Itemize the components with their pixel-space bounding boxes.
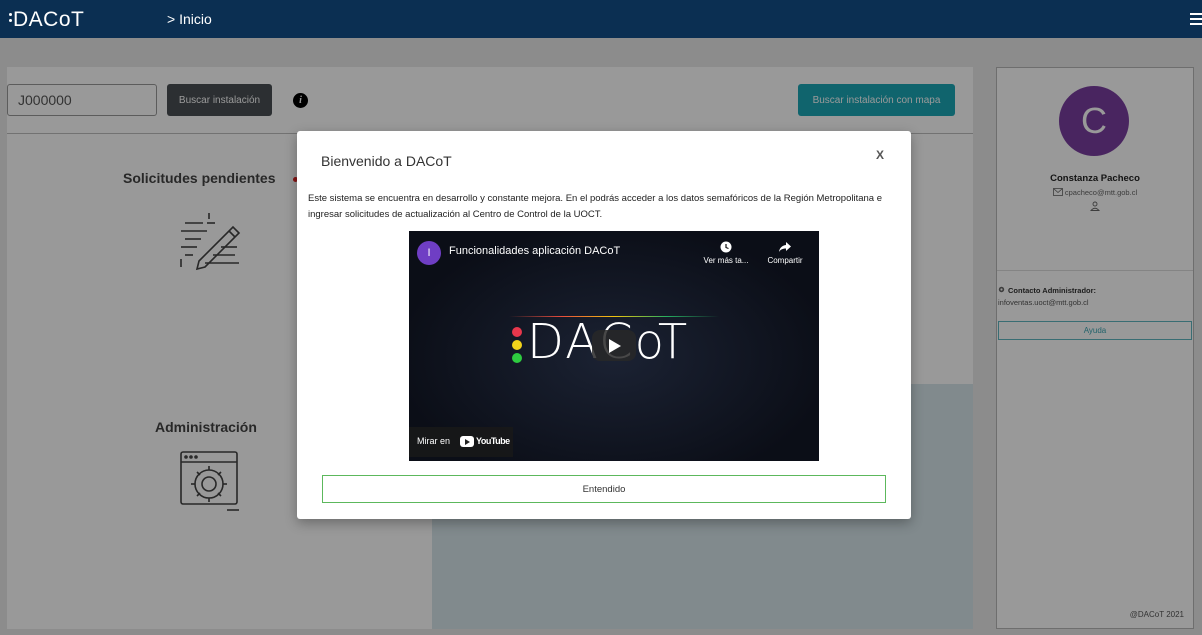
- share-label: Compartir: [767, 256, 803, 265]
- close-icon[interactable]: X: [876, 148, 884, 162]
- traffic-light-icon: [512, 327, 522, 366]
- menu-icon[interactable]: [1190, 13, 1202, 28]
- modal-title: Bienvenido a DACoT: [321, 153, 452, 169]
- modal-body-text: Este sistema se encuentra en desarrollo …: [308, 193, 883, 220]
- breadcrumb: > Inicio: [167, 11, 212, 27]
- share-icon: [779, 242, 791, 252]
- top-bar: DACoT > Inicio: [0, 0, 1202, 38]
- watch-later-label: Ver más ta...: [703, 256, 749, 265]
- share-button[interactable]: Compartir: [759, 241, 811, 265]
- understood-button[interactable]: Entendido: [322, 475, 886, 503]
- channel-avatar[interactable]: I: [417, 241, 441, 265]
- youtube-brand: YouTube: [476, 436, 510, 446]
- video-title[interactable]: Funcionalidades aplicación DACoT: [449, 245, 620, 257]
- welcome-modal: Bienvenido a DACoT X Este sistema se enc…: [297, 131, 911, 519]
- youtube-logo-icon: [460, 436, 474, 447]
- play-icon[interactable]: [592, 330, 636, 361]
- youtube-video-embed[interactable]: I Funcionalidades aplicación DACoT Ver m…: [409, 231, 819, 461]
- traffic-light-red: [512, 327, 522, 337]
- traffic-light-yellow: [512, 340, 522, 350]
- watch-on-youtube-button[interactable]: Mirar en YouTube: [409, 427, 513, 457]
- clock-icon: [720, 241, 732, 253]
- watch-on-label: Mirar en: [417, 436, 451, 446]
- brand-logo[interactable]: DACoT: [13, 8, 84, 32]
- traffic-light-green: [512, 353, 522, 363]
- watch-later-button[interactable]: Ver más ta...: [699, 241, 753, 265]
